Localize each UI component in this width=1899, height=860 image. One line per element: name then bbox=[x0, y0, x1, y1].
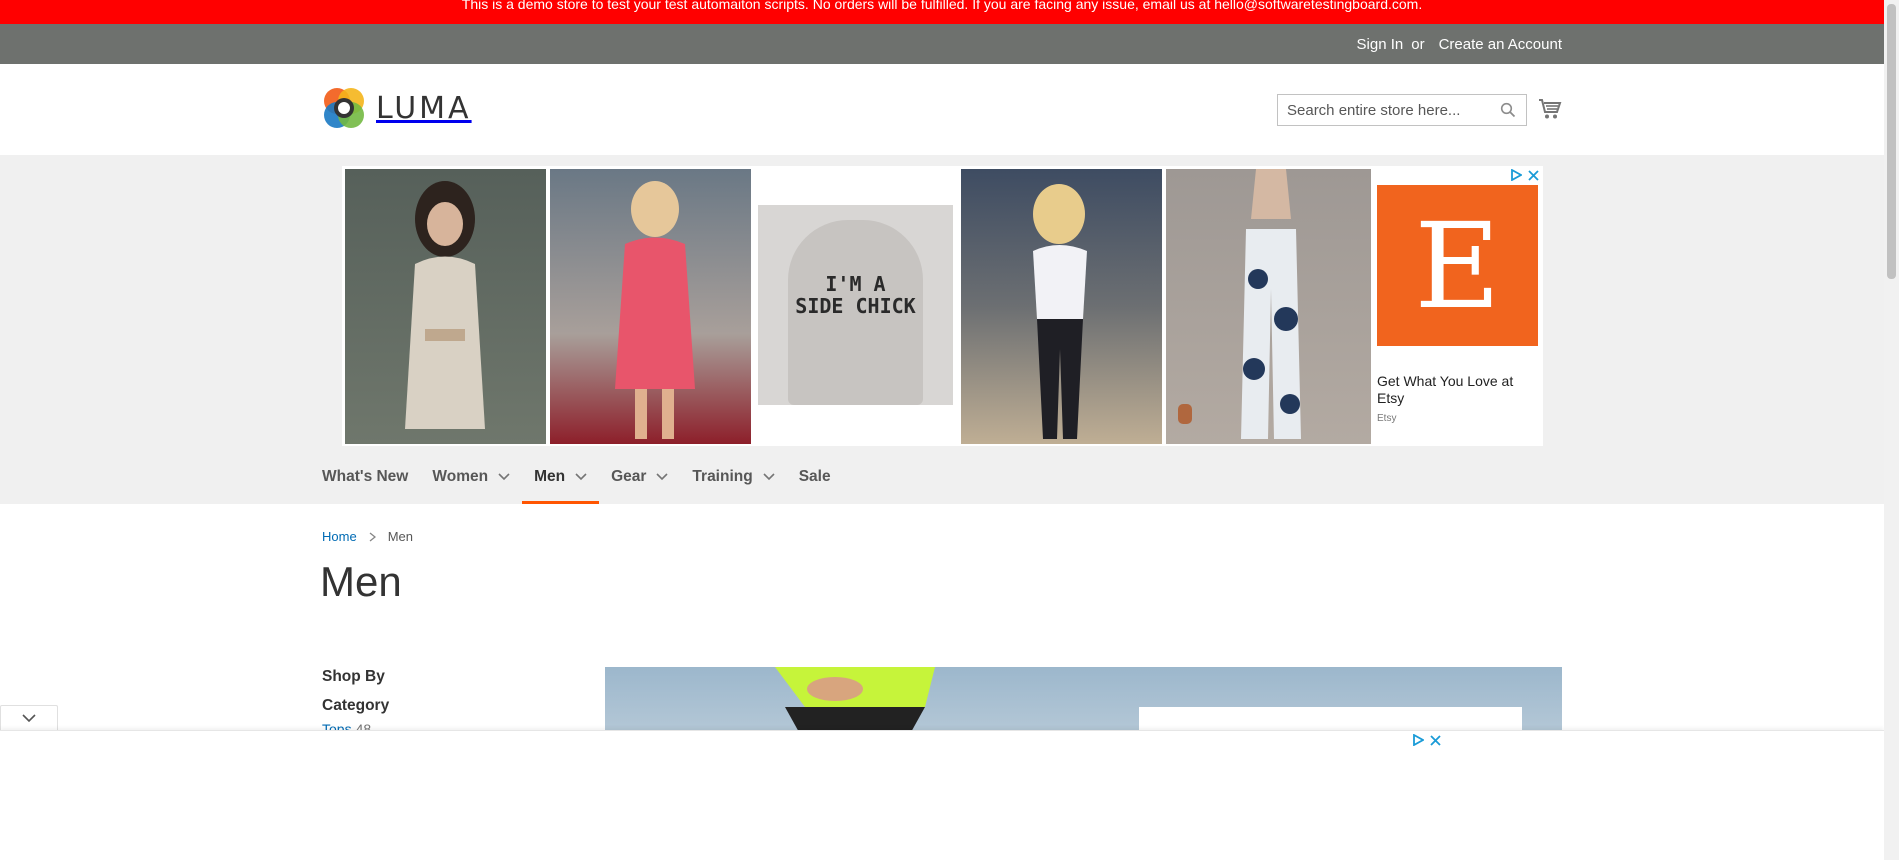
ad-choices-icon[interactable] bbox=[1510, 169, 1522, 181]
nav-item-label: Training bbox=[692, 467, 753, 485]
etsy-logo-tile[interactable]: E bbox=[1377, 185, 1538, 346]
chevron-down-icon bbox=[575, 472, 587, 480]
nav-women[interactable]: Women bbox=[420, 449, 522, 504]
etsy-logo-letter: E bbox=[1414, 196, 1501, 335]
close-ad-icon[interactable] bbox=[1430, 734, 1441, 746]
create-account-link[interactable]: Create an Account bbox=[1439, 36, 1562, 53]
ad-photo-woman-white-top bbox=[1033, 184, 1087, 439]
search-icon[interactable] bbox=[1500, 102, 1516, 118]
chevron-down-icon bbox=[763, 472, 775, 480]
ad-photo-floral-pants bbox=[1178, 169, 1301, 439]
nav-item-label: Sale bbox=[798, 467, 831, 485]
anchor-ad-choices[interactable] bbox=[1412, 734, 1441, 746]
logo-text: LUMA bbox=[376, 90, 472, 126]
nav-training[interactable]: Training bbox=[680, 449, 786, 504]
sign-in-link[interactable]: Sign In bbox=[1357, 36, 1404, 53]
luma-logo-icon bbox=[324, 88, 364, 128]
close-ad-icon[interactable] bbox=[1528, 169, 1539, 181]
ad-choices-icon[interactable] bbox=[1412, 734, 1424, 746]
cart-icon[interactable] bbox=[1538, 98, 1562, 120]
sweatshirt-text-line-1: I'M A bbox=[825, 272, 886, 296]
ad-banner-area: I'M A SIDE CHICK E Get What You Love at … bbox=[0, 155, 1884, 504]
header-links: Sign In or Create an Account bbox=[1357, 24, 1562, 64]
ad-product-image[interactable] bbox=[345, 169, 546, 444]
anchor-ad-toggle[interactable] bbox=[0, 705, 58, 731]
anchor-ad[interactable] bbox=[0, 730, 1884, 860]
demo-notice-text: This is a demo store to test your test a… bbox=[461, 0, 1423, 12]
store-logo[interactable]: LUMA bbox=[322, 86, 472, 130]
page-title: Men bbox=[320, 558, 402, 605]
nav-whats-new[interactable]: What's New bbox=[322, 449, 420, 504]
scrollbar-thumb[interactable] bbox=[1887, 4, 1896, 279]
nav-item-label: Gear bbox=[611, 467, 647, 485]
nav-sale[interactable]: Sale bbox=[787, 449, 843, 504]
demo-notice-bar: This is a demo store to test your test a… bbox=[0, 0, 1884, 24]
ad-choices[interactable] bbox=[1510, 169, 1539, 181]
or-separator: or bbox=[1411, 35, 1425, 53]
nav-men[interactable]: Men bbox=[522, 449, 600, 504]
shop-by-heading: Shop By bbox=[322, 668, 385, 685]
ad-photo-woman-gown bbox=[405, 181, 485, 429]
sweatshirt-print: I'M A SIDE CHICK bbox=[758, 273, 953, 317]
search-input[interactable] bbox=[1278, 95, 1488, 125]
ad-product-image[interactable]: I'M A SIDE CHICK bbox=[755, 169, 956, 444]
breadcrumb-current: Men bbox=[387, 529, 413, 544]
ad-headline[interactable]: Get What You Love at Etsy bbox=[1377, 373, 1537, 407]
ad-product-image[interactable] bbox=[550, 169, 751, 444]
ad-photo-woman-pink-dress bbox=[615, 181, 695, 439]
ad-banner[interactable]: I'M A SIDE CHICK E Get What You Love at … bbox=[342, 166, 1543, 446]
main-navigation: What's New Women Men Gear Training Sale bbox=[322, 449, 843, 504]
chevron-down-icon bbox=[498, 472, 510, 480]
header-panel: Sign In or Create an Account bbox=[0, 24, 1884, 64]
category-filter-title[interactable]: Category bbox=[322, 697, 389, 715]
chevron-right-icon bbox=[369, 531, 376, 542]
nav-item-label: Men bbox=[534, 467, 566, 485]
nav-gear[interactable]: Gear bbox=[599, 449, 680, 504]
nav-item-label: Women bbox=[432, 467, 489, 485]
ad-product-image[interactable] bbox=[1166, 169, 1371, 444]
search-box bbox=[1277, 94, 1527, 126]
header-content: LUMA bbox=[0, 64, 1884, 155]
sweatshirt-text-line-2: SIDE CHICK bbox=[795, 294, 916, 318]
breadcrumb-home[interactable]: Home bbox=[322, 529, 357, 544]
breadcrumb: Home Men bbox=[322, 529, 413, 544]
ad-advertiser: Etsy bbox=[1377, 413, 1397, 424]
chevron-down-icon bbox=[22, 714, 36, 723]
page-scrollbar[interactable] bbox=[1884, 0, 1899, 860]
sweatshirt-photo: I'M A SIDE CHICK bbox=[758, 205, 953, 405]
nav-item-label: What's New bbox=[322, 467, 409, 485]
chevron-down-icon bbox=[656, 472, 668, 480]
ad-product-image[interactable] bbox=[961, 169, 1162, 444]
